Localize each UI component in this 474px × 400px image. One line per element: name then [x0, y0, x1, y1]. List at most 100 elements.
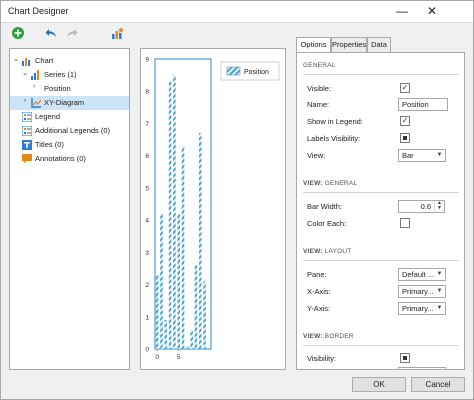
x-axis-select-value: Primary... [402, 287, 434, 296]
section-header-view-general: VIEW: GENERAL [297, 180, 464, 191]
chevron-right-icon[interactable]: › [21, 97, 29, 104]
chart-preview: 0 1 2 3 4 5 6 7 8 9 0 5 Position [140, 48, 286, 370]
tree-item-annotations[interactable]: Annotations (0) [10, 152, 129, 166]
title-T-icon [22, 140, 32, 150]
chevron-right-icon[interactable]: › [30, 83, 38, 90]
section-suffix: BORDER [322, 333, 354, 340]
tree-item-additional-legends[interactable]: Additional Legends (0) [10, 124, 129, 138]
cancel-button[interactable]: Cancel [411, 377, 465, 392]
section-suffix: GENERAL [322, 180, 358, 187]
visible-label: Visible: [307, 84, 332, 93]
chevron-down-icon: ▼ [435, 269, 444, 280]
color-each-checkbox[interactable] [400, 218, 410, 228]
bar-width-label: Bar Width: [307, 202, 343, 211]
name-label: Name: [307, 100, 330, 109]
bar [177, 213, 180, 349]
bar-chart: 0 1 2 3 4 5 6 7 8 9 0 5 Position [145, 57, 280, 361]
minimize-button[interactable]: — [389, 3, 415, 20]
section-header-general: GENERAL [303, 62, 336, 69]
y-tick-label: 6 [145, 153, 149, 160]
x-tick-label: 0 [155, 354, 159, 361]
add-circle-icon[interactable] [11, 26, 27, 42]
tree-item-position[interactable]: › Position [10, 82, 129, 96]
tree-item-series[interactable]: ⌄ Series (1) [10, 68, 129, 82]
tree-item-chart[interactable]: ⌄ Chart [10, 54, 129, 68]
x-axis-label: X-Axis: [307, 287, 331, 296]
view-select[interactable]: Bar ▼ [398, 149, 446, 162]
tab-properties[interactable]: Properties [331, 37, 367, 52]
chevron-down-icon[interactable]: ⌄ [12, 55, 20, 63]
legend-swatch [226, 66, 241, 76]
bar [173, 75, 176, 349]
tree-item-label: Annotations (0) [35, 154, 86, 163]
section-header-view-border: VIEW: BORDER [297, 333, 464, 344]
tree-item-label: Titles (0) [35, 140, 64, 149]
tree-item-label: Position [44, 84, 71, 93]
tree-item-xy-diagram[interactable]: › XY-Diagram [10, 96, 129, 110]
section-prefix: VIEW: [303, 180, 323, 187]
legend-label: Position [244, 69, 269, 76]
show-in-legend-checkbox[interactable]: ✓ [400, 116, 410, 126]
toolbar [1, 24, 473, 44]
labels-visibility-checkbox[interactable] [400, 133, 410, 143]
bar-width-spinner[interactable]: 0.6 ▲ ▼ [398, 200, 445, 213]
bar [155, 274, 159, 349]
name-field[interactable]: Position [398, 98, 448, 111]
chevron-down-icon: ▼ [435, 303, 444, 314]
series-icon [31, 70, 41, 80]
ok-button[interactable]: OK [352, 377, 406, 392]
tree-item-label: Legend [35, 112, 61, 121]
redo-arrow-icon[interactable] [65, 26, 81, 42]
section-header-view-layout: VIEW: LAYOUT [297, 248, 464, 259]
tree-item-label: Chart [35, 56, 54, 65]
tab-options[interactable]: Options [296, 37, 331, 53]
tree-item-label: Series (1) [44, 70, 77, 79]
bar [160, 213, 163, 349]
bar [190, 329, 193, 349]
view-select-value: Bar [402, 151, 414, 160]
section-divider [303, 260, 459, 261]
partial-select[interactable] [398, 367, 446, 369]
pane-select[interactable]: Default ... ▼ [398, 268, 446, 281]
y-axis-select-value: Primary... [402, 304, 434, 313]
y-tick-label: 8 [145, 89, 149, 96]
bar [168, 81, 172, 350]
chart-icon [22, 56, 32, 66]
spin-arrows-icon[interactable]: ▲ ▼ [434, 201, 444, 212]
chevron-down-icon[interactable]: ⌄ [21, 69, 29, 77]
show-in-legend-label: Show in Legend: [307, 117, 363, 126]
visible-checkbox[interactable]: ✓ [400, 83, 410, 93]
visibility-label: Visibility: [307, 354, 337, 363]
x-tick-label: 5 [177, 354, 181, 361]
pane-select-value: Default ... [402, 270, 435, 279]
section-suffix: LAYOUT [322, 248, 352, 255]
tree-item-legend[interactable]: Legend [10, 110, 129, 124]
section-divider [303, 192, 459, 193]
bar [203, 281, 206, 349]
y-tick-label: 9 [145, 57, 149, 64]
section-prefix: VIEW: [303, 333, 323, 340]
chart-wizard-icon[interactable] [111, 26, 127, 42]
x-axis-select[interactable]: Primary... ▼ [398, 285, 446, 298]
bar [198, 133, 202, 349]
section-divider [303, 74, 459, 75]
visibility-checkbox[interactable] [400, 353, 410, 363]
diagram-icon [31, 98, 42, 108]
chevron-down-icon: ▼ [435, 150, 444, 161]
tab-data[interactable]: Data [367, 37, 391, 52]
color-each-label: Color Each: [307, 219, 347, 228]
labels-visibility-label: Labels Visibility: [307, 134, 361, 143]
bar [194, 265, 198, 349]
legend-icon [21, 111, 33, 123]
tree-item-titles[interactable]: Titles (0) [10, 138, 129, 152]
y-tick-label: 7 [145, 121, 149, 128]
y-tick-label: 4 [145, 218, 149, 225]
y-axis-select[interactable]: Primary... ▼ [398, 302, 446, 315]
pane-label: Pane: [307, 270, 327, 279]
options-panel: GENERAL Visible: ✓ Name: Position Show i… [296, 52, 465, 370]
tree-item-label: XY-Diagram [44, 98, 85, 107]
close-button[interactable]: ✕ [419, 3, 445, 20]
y-tick-label: 2 [145, 282, 149, 289]
tree-item-label: Additional Legends (0) [35, 126, 111, 135]
undo-arrow-icon[interactable] [44, 26, 60, 42]
